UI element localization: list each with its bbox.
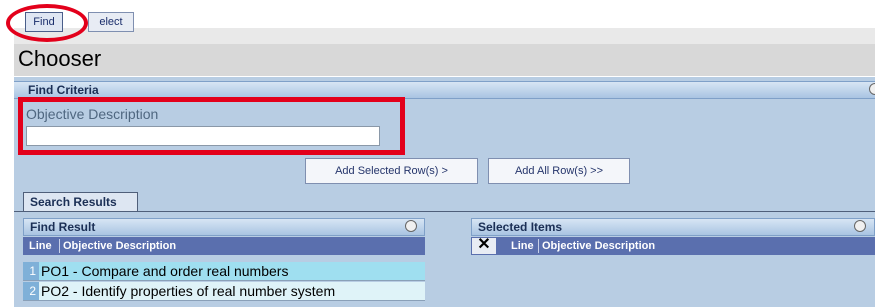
selected-items-header: Selected Items [471, 218, 875, 236]
tab-search-results[interactable]: Search Results [23, 192, 138, 212]
table-row[interactable]: 1 PO1 - Compare and order real numbers [23, 262, 425, 281]
title-bar [14, 44, 875, 76]
add-selected-rows-button[interactable]: Add Selected Row(s) > [305, 158, 478, 184]
select-button[interactable]: elect [88, 12, 134, 32]
row-line-number: 2 [23, 282, 39, 300]
toolbar-strip [14, 28, 875, 44]
page-title: Chooser [18, 46, 102, 71]
find-criteria-header[interactable]: Find Criteria [14, 81, 875, 99]
selected-column-objective-description[interactable]: Objective Description [542, 237, 655, 255]
selected-items-collapse-icon[interactable] [854, 220, 866, 232]
column-separator [59, 239, 60, 253]
row-objective-description: PO1 - Compare and order real numbers [41, 263, 289, 279]
column-line[interactable]: Line [29, 237, 52, 255]
objective-description-label: Objective Description [26, 106, 159, 122]
collapse-icon[interactable] [869, 83, 875, 95]
find-button[interactable]: Find [25, 12, 63, 32]
add-all-rows-button[interactable]: Add All Row(s) >> [488, 158, 630, 184]
selected-items-column-header: Line Objective Description [471, 237, 875, 255]
row-line-number: 1 [23, 262, 39, 280]
find-result-column-header: Line Objective Description [23, 237, 425, 255]
tab-divider [14, 211, 875, 212]
find-result-header: Find Result [23, 218, 425, 236]
table-row[interactable]: 2 PO2 - Identify properties of real numb… [23, 282, 425, 301]
column-separator [538, 239, 539, 253]
row-objective-description: PO2 - Identify properties of real number… [41, 283, 336, 299]
objective-description-input[interactable] [26, 126, 380, 146]
column-objective-description[interactable]: Objective Description [63, 237, 176, 255]
selected-column-line[interactable]: Line [511, 237, 534, 255]
remove-all-icon[interactable]: ✕ [471, 237, 497, 255]
find-result-collapse-icon[interactable] [405, 220, 417, 232]
